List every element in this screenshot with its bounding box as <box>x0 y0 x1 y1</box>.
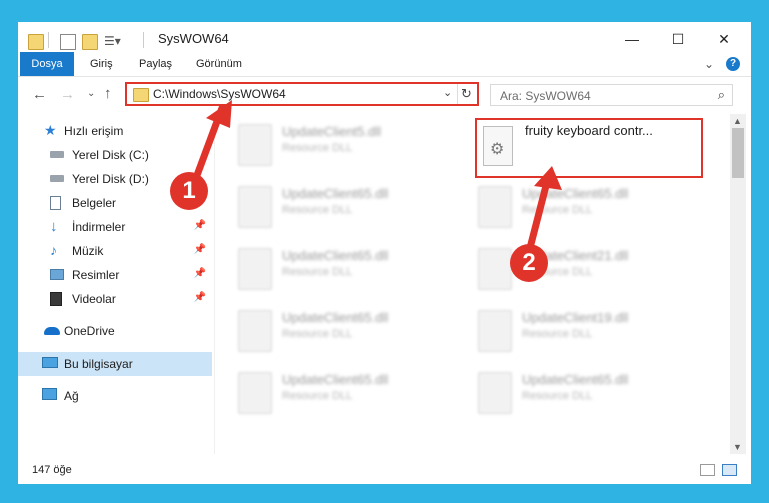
step-badge-2: 2 <box>510 244 548 282</box>
arrow-2 <box>526 174 552 252</box>
step-badge-1: 1 <box>170 172 208 210</box>
annotation-arrows <box>192 100 562 252</box>
arrow-2-head <box>534 166 562 190</box>
